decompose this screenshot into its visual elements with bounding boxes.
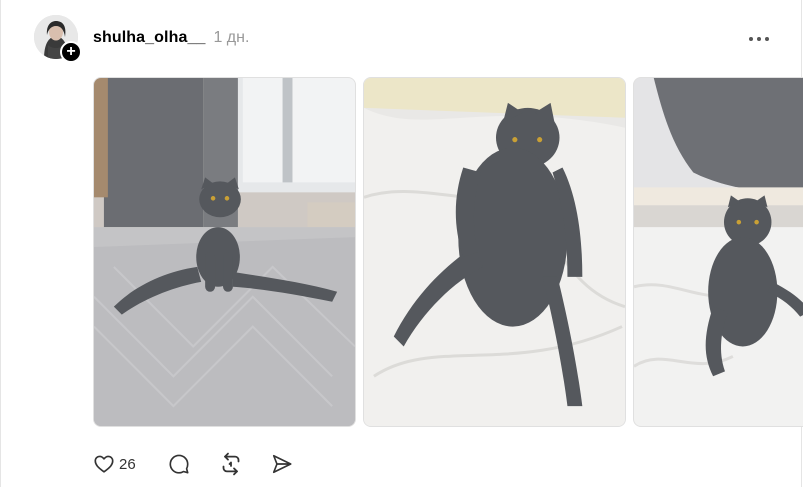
post-image-2[interactable] [363, 77, 626, 427]
post-image-1[interactable] [93, 77, 356, 427]
image-carousel[interactable] [93, 77, 803, 427]
like-button[interactable]: 26 [93, 450, 136, 478]
post-image-3[interactable] [633, 77, 803, 427]
post-card: + shulha_olha__ 1 дн. 26 [0, 0, 803, 487]
username-link[interactable]: shulha_olha__ [93, 29, 205, 47]
post-header: shulha_olha__ 1 дн. [93, 29, 249, 47]
cat-photo-3 [634, 78, 803, 426]
post-time[interactable]: 1 дн. [213, 29, 249, 47]
cat-photo-1 [94, 78, 355, 426]
repost-icon [222, 452, 240, 476]
comment-button[interactable] [168, 450, 190, 478]
heart-icon [94, 455, 114, 473]
avatar-container[interactable]: + [34, 15, 82, 63]
comment-icon [169, 454, 189, 474]
like-count: 26 [119, 455, 136, 473]
plus-icon: + [66, 43, 76, 60]
cat-photo-2 [364, 78, 625, 426]
repost-button[interactable] [219, 450, 243, 478]
send-icon [272, 454, 292, 474]
more-options-button[interactable] [743, 28, 775, 50]
post-actions: 26 [93, 450, 293, 478]
more-horizontal-icon [749, 37, 769, 41]
follow-button[interactable]: + [60, 41, 82, 63]
share-button[interactable] [271, 450, 293, 478]
